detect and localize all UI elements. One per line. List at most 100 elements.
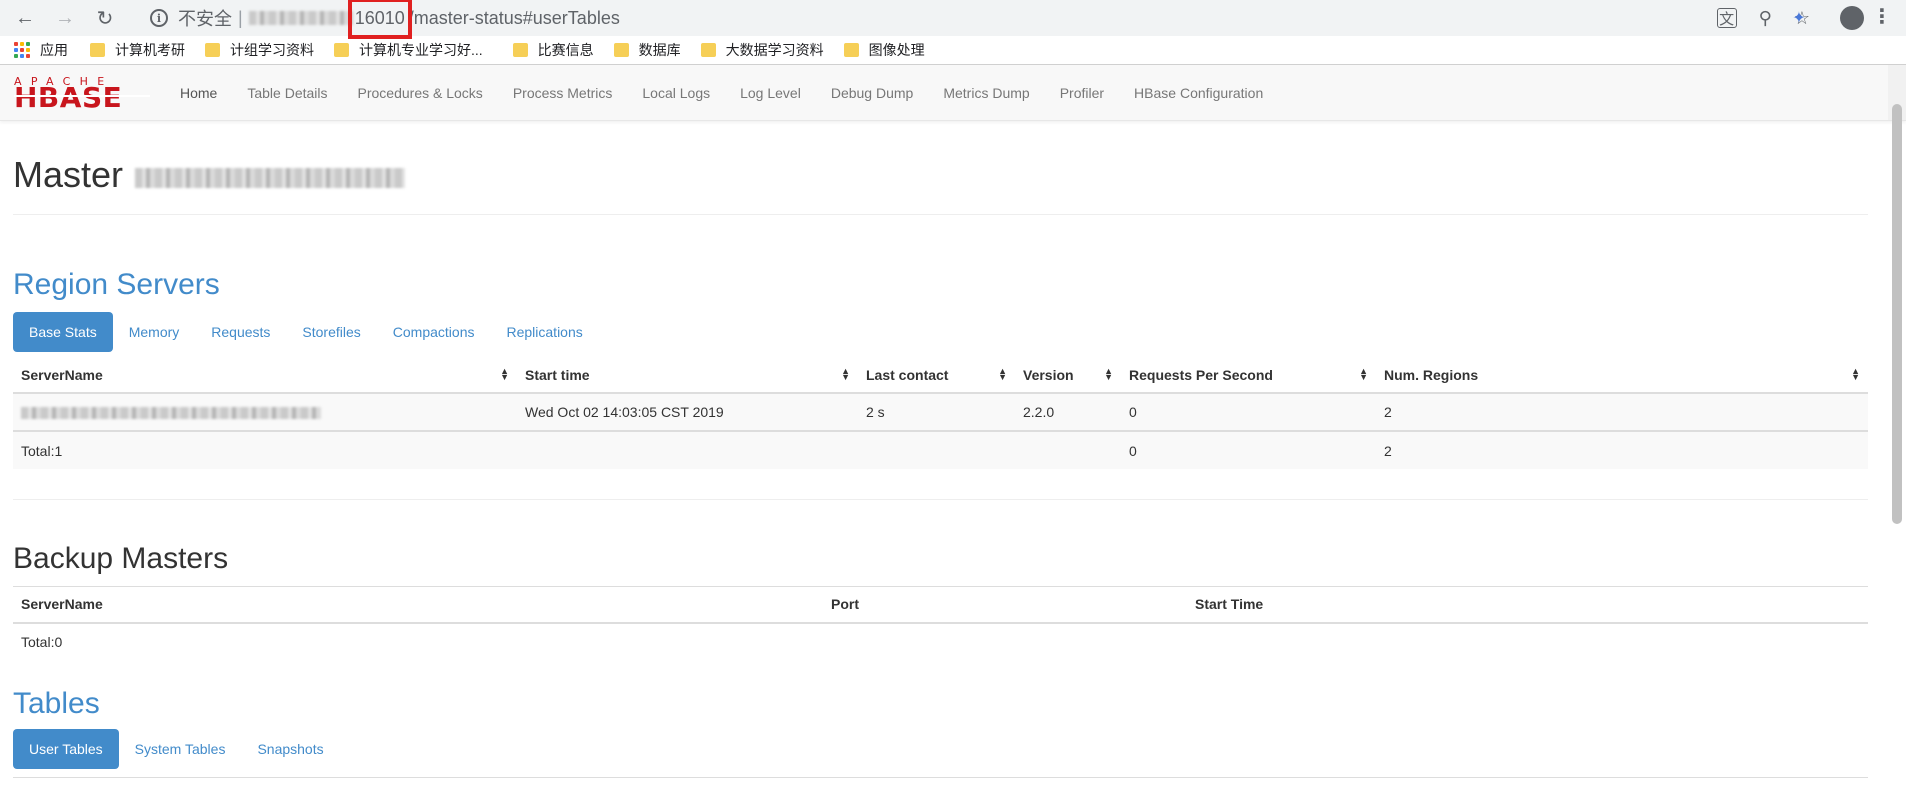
page-title-text: Master xyxy=(13,154,124,195)
sort-icon[interactable]: ▲ ▼ xyxy=(1359,367,1368,382)
nav-hbase-configuration[interactable]: HBase Configuration xyxy=(1119,65,1278,121)
forward-arrow-icon[interactable]: → xyxy=(50,3,80,33)
column-header: Port xyxy=(823,586,1187,624)
security-label: 不安全 xyxy=(178,9,232,29)
bookmark-label: 计算机考研 xyxy=(115,42,185,58)
tables-divider xyxy=(13,776,1868,778)
tab-compactions[interactable]: Compactions xyxy=(377,312,491,352)
menu-dots-icon[interactable]: ⋮ xyxy=(1872,5,1892,29)
column-header[interactable]: ServerName ▲ ▼ xyxy=(13,357,517,394)
start-time-cell: Wed Oct 02 14:03:05 CST 2019 xyxy=(517,392,858,431)
url-port: 16010 xyxy=(347,0,412,39)
nav-home[interactable]: Home xyxy=(165,65,232,121)
sort-icon[interactable]: ▲ ▼ xyxy=(841,367,850,382)
region-servers-tabs: Base Stats Memory Requests Storefiles Co… xyxy=(13,312,1868,352)
tab-requests[interactable]: Requests xyxy=(195,312,286,352)
url-path: /master-status#userTables xyxy=(408,7,620,28)
back-arrow-icon[interactable]: ← xyxy=(10,3,40,33)
bookmark-folder[interactable]: 大数据学习资料 xyxy=(700,40,824,60)
redacted-host xyxy=(248,11,353,25)
version-cell: 2.2.0 xyxy=(1015,392,1121,431)
folder-icon xyxy=(512,43,528,57)
separator: | xyxy=(238,7,243,28)
nav-log-level[interactable]: Log Level xyxy=(725,65,816,121)
total-rps: 0 xyxy=(1121,430,1376,469)
bookmark-folder[interactable]: 图像处理 xyxy=(843,40,925,60)
bookmark-folder[interactable]: 计算机专业学习好... xyxy=(334,40,483,60)
folder-icon xyxy=(700,43,716,57)
folder-icon xyxy=(334,43,349,57)
section-divider xyxy=(13,499,1868,500)
bookmark-folder[interactable]: 计算机考研 xyxy=(90,40,185,60)
total-regions: 2 xyxy=(1376,430,1868,469)
tab-memory[interactable]: Memory xyxy=(113,312,196,352)
nav-table-details[interactable]: Table Details xyxy=(232,65,342,121)
column-header[interactable]: Requests Per Second ▲ ▼ xyxy=(1121,357,1376,394)
tab-user-tables[interactable]: User Tables xyxy=(13,728,119,769)
translate-icon[interactable]: 文 xyxy=(1716,8,1737,28)
bookmark-folder[interactable]: 计组学习资料 xyxy=(205,40,314,60)
sort-icon[interactable]: ▲ ▼ xyxy=(500,367,509,382)
last-contact-cell: 2 s xyxy=(858,392,1015,431)
tab-base-stats[interactable]: Base Stats xyxy=(13,312,113,352)
sort-icon[interactable]: ▲ ▼ xyxy=(998,367,1007,382)
total-label: Total:0 xyxy=(21,634,63,650)
nav-metrics-dump[interactable]: Metrics Dump xyxy=(928,65,1044,121)
region-servers-heading: Region Servers xyxy=(13,268,220,301)
bookmark-label: 应用 xyxy=(40,42,68,58)
regions-cell: 2 xyxy=(1376,392,1868,431)
tab-storefiles[interactable]: Storefiles xyxy=(286,312,376,352)
bookmark-folder[interactable]: 数据库 xyxy=(613,40,681,60)
backup-masters-table: ServerName Port Start Time Total:0 xyxy=(13,586,1868,661)
nav-profiler[interactable]: Profiler xyxy=(1045,65,1119,121)
sort-icon[interactable]: ▲ ▼ xyxy=(1851,367,1860,382)
table-header-row: ServerName ▲ ▼ Start time ▲ ▼ Last contact ▲ ▼… xyxy=(13,357,1868,394)
bookmark-apps[interactable]: 应用 xyxy=(14,40,68,60)
column-header: ServerName xyxy=(13,586,823,624)
hbase-navbar: APACHE HBASE Home Table Details Procedur… xyxy=(0,65,1906,121)
info-icon[interactable]: i xyxy=(150,9,168,27)
address-bar[interactable]: i 不安全 | 16010 /master-status#userTables … xyxy=(138,0,1818,39)
rps-cell: 0 xyxy=(1121,392,1376,431)
folder-icon xyxy=(205,43,220,57)
column-header[interactable]: Num. Regions ▲ ▼ xyxy=(1376,357,1868,394)
table-total-row: Total:1 0 2 xyxy=(13,430,1868,469)
column-header[interactable]: Start time ▲ ▼ xyxy=(517,357,858,394)
bookmarks-bar: 应用 计算机考研 计组学习资料 计算机专业学习好... 比赛信息 数据库 大数据… xyxy=(0,36,1906,65)
sort-icon[interactable]: ▲ ▼ xyxy=(1104,367,1113,382)
tables-tabs: User Tables System Tables Snapshots xyxy=(13,728,1868,769)
extension-icon[interactable]: ✦ xyxy=(1788,7,1810,29)
folder-icon xyxy=(613,43,629,57)
logo-hbase-text: HBASE xyxy=(14,80,123,114)
bookmark-label: 计算机专业学习好... xyxy=(359,42,483,58)
profile-avatar-icon[interactable] xyxy=(1840,6,1864,30)
column-header[interactable]: Version ▲ ▼ xyxy=(1015,357,1121,394)
tab-system-tables[interactable]: System Tables xyxy=(119,729,242,769)
folder-icon xyxy=(90,43,105,57)
apps-grid-icon xyxy=(14,42,30,58)
nav-procedures-locks[interactable]: Procedures & Locks xyxy=(343,65,498,121)
nav-local-logs[interactable]: Local Logs xyxy=(627,65,725,121)
page-title: Master xyxy=(13,154,1868,215)
tab-snapshots[interactable]: Snapshots xyxy=(241,729,339,769)
redacted-server-name xyxy=(21,407,321,420)
logo-stripe xyxy=(14,94,150,97)
region-servers-table: ServerName ▲ ▼ Start time ▲ ▼ Last contact ▲ ▼… xyxy=(13,357,1868,469)
bookmark-label: 计组学习资料 xyxy=(230,42,314,58)
nav-debug-dump[interactable]: Debug Dump xyxy=(816,65,929,121)
redacted-hostname xyxy=(135,168,406,188)
bookmark-folder[interactable]: 比赛信息 xyxy=(512,40,594,60)
tab-replications[interactable]: Replications xyxy=(490,312,598,352)
scrollbar-thumb[interactable] xyxy=(1892,104,1902,524)
server-name-link[interactable] xyxy=(13,392,517,431)
hbase-logo[interactable]: APACHE HBASE xyxy=(14,74,150,112)
column-header: Start Time xyxy=(1187,586,1868,624)
nav-process-metrics[interactable]: Process Metrics xyxy=(498,65,628,121)
backup-masters-heading: Backup Masters xyxy=(13,542,229,575)
column-header[interactable]: Last contact ▲ ▼ xyxy=(858,357,1015,394)
bookmark-label: 大数据学习资料 xyxy=(725,42,824,58)
bookmark-label: 数据库 xyxy=(638,42,681,58)
reload-icon[interactable]: ↻ xyxy=(90,3,120,33)
zoom-icon[interactable]: ⚲ xyxy=(1759,8,1772,29)
bookmark-label: 比赛信息 xyxy=(537,42,594,58)
